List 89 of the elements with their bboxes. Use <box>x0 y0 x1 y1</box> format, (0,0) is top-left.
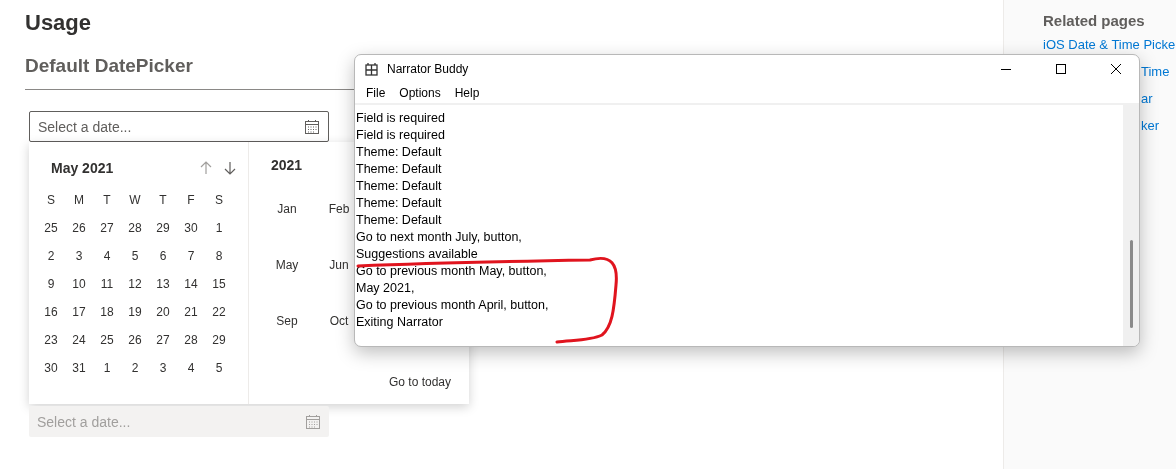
weekday-label: S <box>46 192 56 209</box>
month-cell[interactable]: May <box>275 258 299 272</box>
day-cell[interactable]: 1 <box>93 354 121 382</box>
month-cell[interactable]: Feb <box>328 202 350 216</box>
day-cell[interactable]: 31 <box>65 354 93 382</box>
day-cell[interactable]: 24 <box>65 326 93 354</box>
log-line: Theme: Default <box>356 144 442 161</box>
log-line: Theme: Default <box>356 212 442 229</box>
log-line: Go to next month July, button, <box>356 229 522 246</box>
related-link[interactable]: Time <box>1141 64 1170 79</box>
day-cell[interactable]: 25 <box>37 214 65 242</box>
weekday-label: M <box>73 192 85 209</box>
day-cell[interactable]: 18 <box>93 298 121 326</box>
day-cell[interactable]: 29 <box>149 214 177 242</box>
related-link[interactable]: iOS Date & Time Picke <box>1043 37 1176 52</box>
app-icon <box>365 62 378 76</box>
day-cell[interactable]: 7 <box>177 242 205 270</box>
scrollbar-thumb[interactable] <box>1130 240 1133 328</box>
calendar-icon[interactable] <box>304 118 320 135</box>
day-cell[interactable]: 8 <box>205 242 233 270</box>
up-arrow-icon[interactable] <box>200 161 212 175</box>
day-cell[interactable]: 2 <box>37 242 65 270</box>
weekday-label: T <box>158 192 168 209</box>
day-cell[interactable]: 27 <box>149 326 177 354</box>
day-cell[interactable]: 21 <box>177 298 205 326</box>
month-cell[interactable]: Jun <box>329 258 349 272</box>
day-cell[interactable]: 23 <box>37 326 65 354</box>
day-cell[interactable]: 27 <box>93 214 121 242</box>
day-cell[interactable]: 1 <box>205 214 233 242</box>
weekday-label: T <box>102 192 112 209</box>
day-cell[interactable]: 13 <box>149 270 177 298</box>
day-cell[interactable]: 16 <box>37 298 65 326</box>
day-cell[interactable]: 28 <box>177 326 205 354</box>
day-cell[interactable]: 25 <box>93 326 121 354</box>
go-to-today-link[interactable]: Go to today <box>388 375 451 389</box>
close-icon <box>1110 63 1122 75</box>
log-line: Go to previous month April, button, <box>356 297 549 314</box>
day-cell[interactable]: 12 <box>121 270 149 298</box>
day-cell[interactable]: 30 <box>37 354 65 382</box>
day-cell[interactable]: 19 <box>121 298 149 326</box>
log-line: Theme: Default <box>356 161 442 178</box>
weekday-label: W <box>128 192 142 209</box>
year-label: 2021 <box>271 157 303 173</box>
month-label: May 2021 <box>51 160 114 176</box>
day-cell[interactable]: 9 <box>37 270 65 298</box>
weekday-label: S <box>214 192 224 209</box>
day-cell[interactable]: 22 <box>205 298 233 326</box>
day-cell[interactable]: 17 <box>65 298 93 326</box>
day-cell[interactable]: 4 <box>177 354 205 382</box>
day-cell[interactable]: 15 <box>205 270 233 298</box>
weekday-label: F <box>186 192 196 209</box>
sidebar-title: Related pages <box>1043 12 1146 29</box>
day-cell[interactable]: 3 <box>149 354 177 382</box>
log-line: Field is required <box>356 110 445 127</box>
day-cell[interactable]: 5 <box>205 354 233 382</box>
window-title: Narrator Buddy <box>387 62 470 76</box>
date-input-field[interactable]: Select a date... <box>29 111 329 142</box>
log-line: Field is required <box>356 127 445 144</box>
day-cell[interactable]: 3 <box>65 242 93 270</box>
day-cell[interactable]: 30 <box>177 214 205 242</box>
menu-item[interactable]: File <box>359 86 393 100</box>
month-cell[interactable]: Sep <box>276 314 298 328</box>
month-cell[interactable]: Jan <box>277 202 297 216</box>
log-line: Theme: Default <box>356 178 442 195</box>
log-line: May 2021, <box>356 280 415 297</box>
related-link[interactable]: ker <box>1141 118 1160 133</box>
maximize-icon <box>1055 63 1067 75</box>
log-line: Exiting Narrator <box>356 314 443 331</box>
day-cell[interactable]: 6 <box>149 242 177 270</box>
day-cell[interactable]: 4 <box>93 242 121 270</box>
month-cell[interactable]: Oct <box>329 314 349 328</box>
day-cell[interactable]: 28 <box>121 214 149 242</box>
day-cell[interactable]: 10 <box>65 270 93 298</box>
related-link[interactable]: ar <box>1141 91 1153 106</box>
day-cell[interactable]: 2 <box>121 354 149 382</box>
day-cell[interactable]: 26 <box>65 214 93 242</box>
page-title: Usage <box>25 10 93 36</box>
menu-item[interactable]: Options <box>392 86 448 100</box>
log-line: Suggestions available <box>356 246 478 263</box>
section-heading: Default DatePicker <box>25 55 193 77</box>
log-line: Theme: Default <box>356 195 442 212</box>
day-cell[interactable]: 26 <box>121 326 149 354</box>
day-cell[interactable]: 11 <box>93 270 121 298</box>
day-cell[interactable]: 14 <box>177 270 205 298</box>
down-arrow-icon[interactable] <box>224 161 236 175</box>
menu-item[interactable]: Help <box>447 86 487 100</box>
day-cell[interactable]: 29 <box>205 326 233 354</box>
day-cell[interactable]: 5 <box>121 242 149 270</box>
day-cell[interactable]: 20 <box>149 298 177 326</box>
